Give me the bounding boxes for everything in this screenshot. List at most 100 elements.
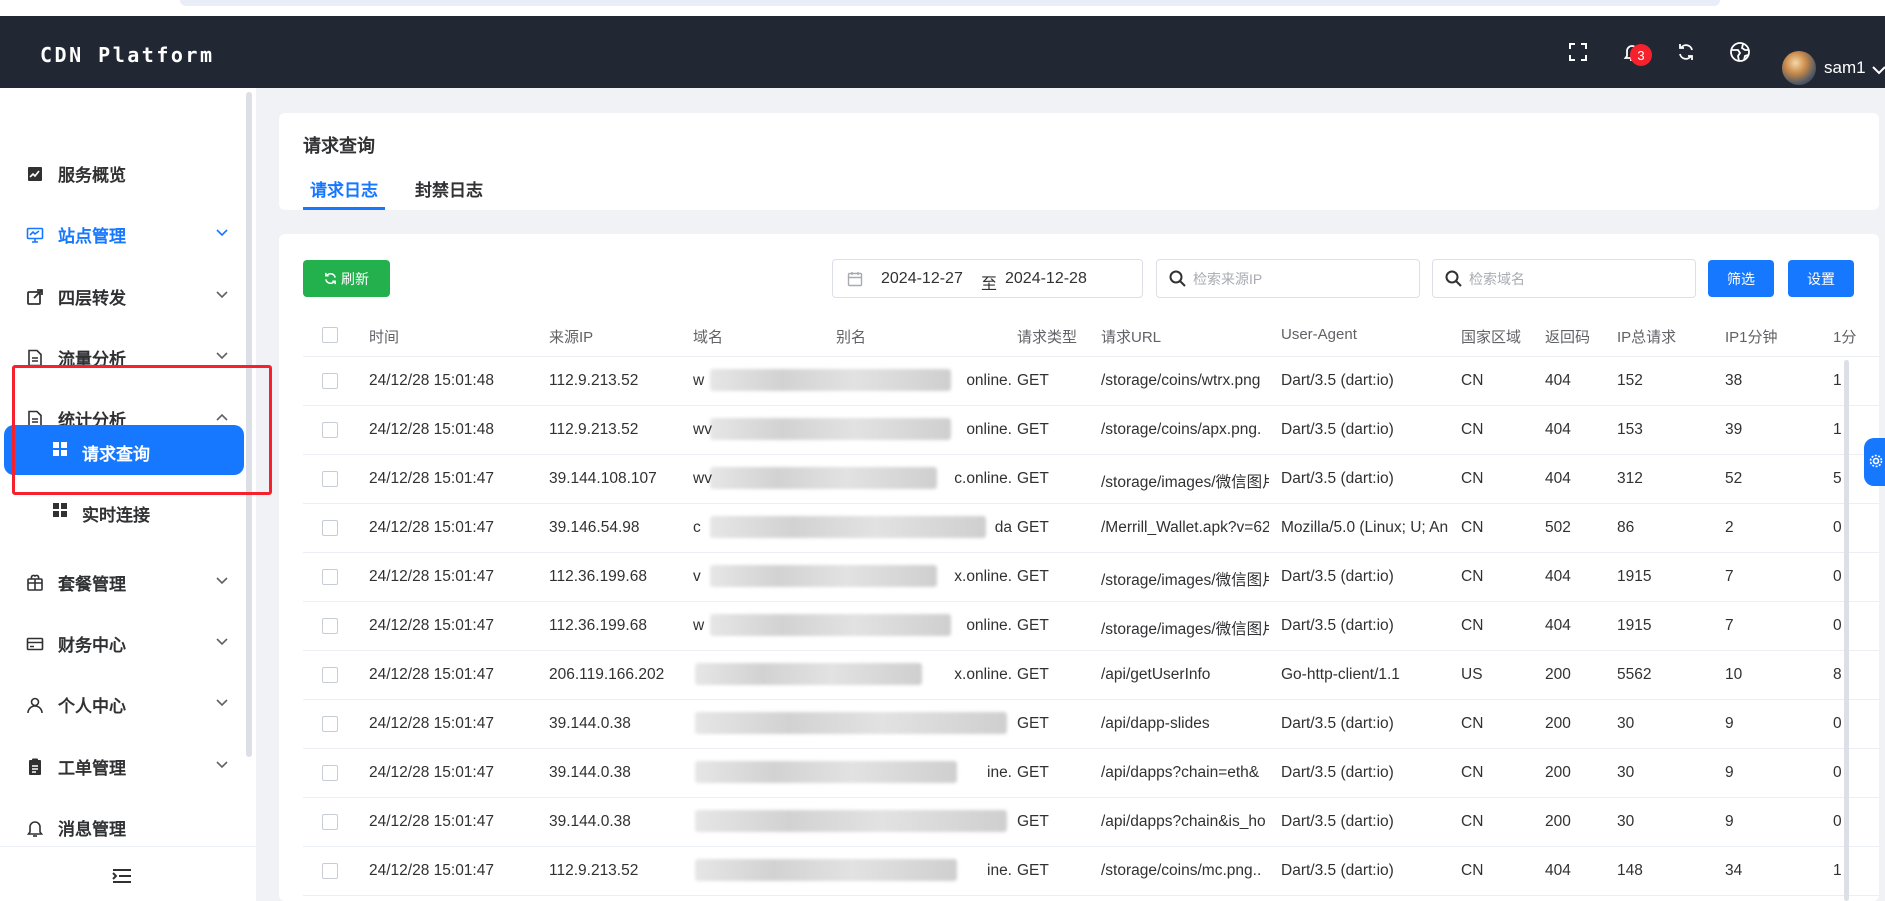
cell-domain: wv [693,421,712,438]
date-range-picker[interactable]: 2024-12-27 至 2024-12-28 [832,259,1143,298]
column-header-source-ip[interactable]: 来源IP [549,326,593,347]
table-row[interactable]: 24/12/28 15:01:48 112.9.213.52 w online. GET… [303,357,1879,406]
sidebar-item-finance[interactable]: 财务中心 [0,618,244,668]
cell-user-agent: Dart/3.5 (dart:io) [1281,617,1394,634]
table-row[interactable]: 24/12/28 15:01:47 39.144.0.38 ine. GET/api/… [303,749,1879,798]
sidebar-item-messages[interactable]: 消息管理 [0,802,244,852]
browser-top-strip [0,0,1885,16]
table-row[interactable]: 24/12/28 15:01:47 39.144.0.38 GET/api/dapp… [303,700,1879,749]
tab-ban-log[interactable]: 封禁日志 [415,176,483,201]
cell-method: GET [1017,617,1049,634]
grid-icon [53,503,67,517]
chevron-down-icon [216,577,228,585]
username[interactable]: sam1 [1824,58,1866,78]
cell-status-code: 404 [1545,421,1571,438]
domain-input[interactable] [1469,268,1689,290]
table-row[interactable]: 24/12/28 15:01:47 39.146.54.98 c da GET/Merr… [303,504,1879,553]
table-row[interactable]: 24/12/28 15:01:48 112.9.213.52 wv online. GE… [303,406,1879,455]
chevron-down-icon[interactable] [1872,62,1885,80]
select-all-checkbox[interactable] [322,327,338,343]
cell-source-ip: 112.9.213.52 [549,862,639,879]
globe-icon[interactable] [1728,40,1752,64]
row-checkbox[interactable] [322,863,338,879]
column-header-ip-1min[interactable]: IP1分钟 [1725,326,1778,347]
row-checkbox[interactable] [322,520,338,536]
sidebar-item-overview[interactable]: 服务概览 [0,148,244,198]
row-checkbox[interactable] [322,667,338,683]
settings-button[interactable]: 设置 [1788,260,1854,297]
source-ip-search[interactable] [1156,259,1420,298]
table-scrollbar[interactable] [1844,360,1849,901]
chevron-down-icon [216,761,228,769]
sidebar-item-packages[interactable]: 套餐管理 [0,557,244,607]
table-row[interactable]: 24/12/28 15:01:47 112.36.199.68 v x.online.… [303,553,1879,602]
cell-status-code: 404 [1545,862,1571,879]
cell-url: /storage/coins/apx.png. [1101,421,1262,438]
date-end[interactable]: 2024-12-28 [1005,270,1087,288]
table-row[interactable]: 24/12/28 15:01:47 112.9.213.52 ine. GET/sto… [303,847,1879,896]
column-header-ip-total[interactable]: IP总请求 [1617,326,1676,347]
row-checkbox[interactable] [322,373,338,389]
column-header-status-code[interactable]: 返回码 [1545,326,1590,347]
filter-button[interactable]: 筛选 [1708,260,1774,297]
app-logo[interactable]: CDN Platform [40,43,215,67]
tab-request-log[interactable]: 请求日志 [310,176,378,201]
column-header-domain[interactable]: 域名 [693,326,723,347]
date-start[interactable]: 2024-12-27 [881,270,963,288]
cell-status-code: 404 [1545,470,1571,487]
refresh-button[interactable]: 刷新 [303,260,390,297]
sidebar-item-tickets[interactable]: 工单管理 [0,741,244,791]
cell-user-agent: Dart/3.5 (dart:io) [1281,372,1394,389]
cell-ip-total: 5562 [1617,666,1652,683]
row-checkbox[interactable] [322,765,338,781]
table-row[interactable]: 24/12/28 15:01:47 39.144.108.107 wv c.onlin… [303,455,1879,504]
refresh-icon[interactable] [1674,40,1698,64]
cell-source-ip: 39.146.54.98 [549,519,640,536]
cell-ip-1min: 9 [1725,764,1734,781]
cell-method: GET [1017,813,1049,830]
sidebar-item-profile[interactable]: 个人中心 [0,679,244,729]
table-row[interactable]: 24/12/28 15:01:47 206.119.166.202 x.online… [303,651,1879,700]
fullscreen-icon[interactable] [1566,40,1590,64]
row-checkbox[interactable] [322,569,338,585]
cell-method: GET [1017,372,1049,389]
cell-alias: ine. [987,862,1012,879]
cell-ip-total: 1915 [1617,568,1652,585]
collapse-menu-icon[interactable] [112,868,132,884]
cell-1min: 0 [1833,519,1842,536]
row-checkbox[interactable] [322,814,338,830]
table-row[interactable]: 24/12/28 15:01:47 112.36.199.68 w online. GE… [303,602,1879,651]
cell-ip-total: 312 [1617,470,1643,487]
chevron-down-icon [216,699,228,707]
column-header-alias[interactable]: 别名 [836,326,866,347]
column-header-user-agent[interactable]: User-Agent [1281,326,1357,343]
cell-url: /api/dapps?chain&is_ho [1101,813,1266,830]
domain-search[interactable] [1432,259,1696,298]
cell-url: /storage/images/微信图片 [1101,621,1269,638]
column-header-url[interactable]: 请求URL [1101,326,1161,347]
table-row[interactable]: 24/12/28 15:01:47 39.144.0.38 GET/api/dapp… [303,798,1879,847]
cell-alias: c.online. [954,470,1012,487]
sidebar-item-l4-forward[interactable]: 四层转发 [0,271,244,321]
highlight-annotation [12,365,272,495]
row-checkbox[interactable] [322,471,338,487]
column-header-country[interactable]: 国家区域 [1461,326,1521,347]
cell-time: 24/12/28 15:01:47 [369,666,494,683]
cell-url: /storage/coins/mc.png.. [1101,862,1262,879]
row-checkbox[interactable] [322,716,338,732]
column-header-method[interactable]: 请求类型 [1017,326,1077,347]
cell-time: 24/12/28 15:01:47 [369,617,494,634]
page-title: 请求查询 [303,136,375,156]
cell-ip-total: 30 [1617,715,1635,732]
source-ip-input[interactable] [1193,268,1413,290]
row-checkbox[interactable] [322,422,338,438]
row-checkbox[interactable] [322,618,338,634]
cell-country: CN [1461,862,1484,879]
cell-ip-1min: 7 [1725,568,1734,585]
floating-settings-button[interactable] [1864,438,1885,486]
column-header-time[interactable]: 时间 [369,326,399,347]
sidebar-item-sites[interactable]: 站点管理 [0,209,244,259]
avatar[interactable] [1782,51,1816,85]
column-header-1min[interactable]: 1分 [1833,326,1856,347]
cell-user-agent: Dart/3.5 (dart:io) [1281,715,1394,732]
